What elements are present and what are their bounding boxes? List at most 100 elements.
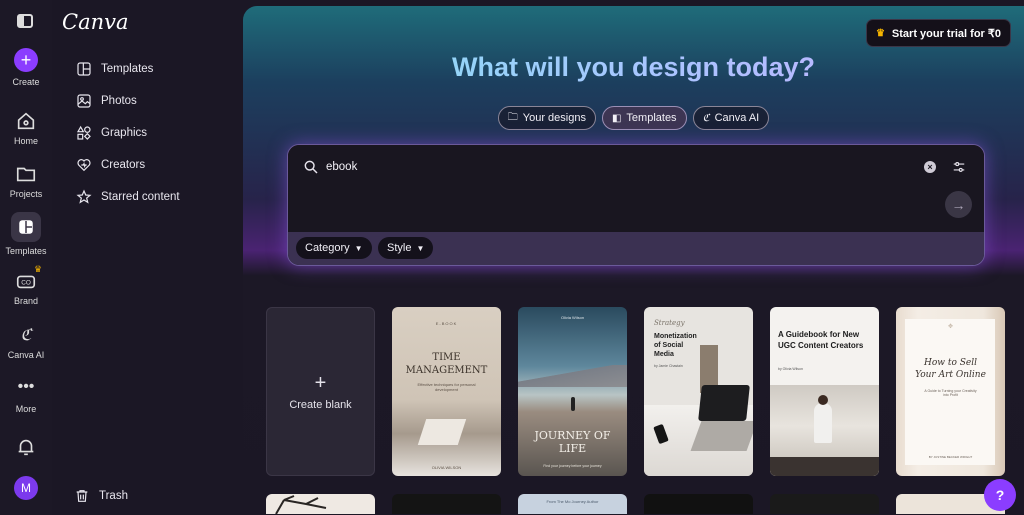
help-button[interactable]: ? bbox=[984, 479, 1016, 511]
left-rail: + Create Home Projects Templates CO Bran… bbox=[0, 0, 52, 515]
filter-label: Style bbox=[387, 242, 412, 254]
template-author: BY JUSTINE BECKER WRIGHT bbox=[928, 455, 973, 459]
help-label: ? bbox=[995, 487, 1005, 503]
more-icon: ••• bbox=[17, 378, 35, 395]
template-card[interactable]: From The Mo Journey Author bbox=[518, 494, 627, 514]
graphics-icon bbox=[76, 125, 91, 140]
create-label: Create bbox=[12, 77, 40, 87]
tab-templates[interactable]: ◧ Templates bbox=[601, 106, 687, 130]
templates-icon: ◧ bbox=[611, 112, 622, 124]
laptop-image bbox=[417, 419, 467, 445]
plus-icon: + bbox=[314, 371, 327, 394]
template-title: A Guidebook for New UGC Content Creators bbox=[778, 330, 864, 350]
template-author: by Olivia Wilson bbox=[778, 367, 803, 371]
tab-your-designs[interactable]: 🗀 Your designs bbox=[497, 106, 596, 130]
template-card[interactable] bbox=[392, 494, 501, 514]
person-head bbox=[818, 395, 828, 405]
account-button[interactable]: M bbox=[0, 476, 52, 500]
ornament-icon: ✥ bbox=[947, 324, 954, 330]
sidebar-item-creators[interactable]: Creators bbox=[76, 157, 145, 173]
search-submit-button[interactable]: → bbox=[945, 191, 972, 218]
template-card[interactable]: ✥ How to Sell Your Art Online A Guide to… bbox=[896, 307, 1005, 476]
template-title: JOURNEY OF LIFE bbox=[534, 429, 611, 455]
filter-label: Category bbox=[305, 242, 350, 254]
sidebar-item-label: Graphics bbox=[101, 127, 148, 139]
canva-ai-icon: ℭ bbox=[702, 112, 710, 124]
sidebar-item-photos[interactable]: Photos bbox=[76, 93, 137, 109]
rail-item-brand[interactable]: CO Brand bbox=[0, 270, 52, 306]
sidebar-item-trash[interactable]: Trash bbox=[74, 488, 128, 504]
person-figure bbox=[814, 403, 832, 443]
canva-app: + Create Home Projects Templates CO Bran… bbox=[0, 0, 1024, 515]
create-blank-label: Create blank bbox=[289, 398, 352, 411]
template-card[interactable] bbox=[266, 494, 375, 514]
rail-item-canva-ai[interactable]: ℭ Canva AI bbox=[0, 324, 52, 360]
clear-search-icon[interactable]: × bbox=[924, 161, 936, 173]
style-filter[interactable]: Style ▼ bbox=[378, 237, 434, 259]
rail-label-more: More bbox=[15, 404, 37, 414]
rail-item-more[interactable]: ••• More bbox=[0, 378, 52, 414]
template-card[interactable]: Olivia Wilson JOURNEY OF LIFE Find your … bbox=[518, 307, 627, 476]
create-button[interactable]: + Create bbox=[0, 48, 52, 87]
laptop-image bbox=[698, 385, 750, 421]
canva-logo[interactable]: Canva bbox=[62, 10, 129, 34]
template-card[interactable] bbox=[644, 494, 753, 514]
template-subtitle: Find your journey before your journey bbox=[543, 464, 602, 468]
template-subtitle: A Guide to Turning your Creativity into … bbox=[924, 389, 977, 397]
mountain-image bbox=[518, 365, 627, 387]
svg-text:CO: CO bbox=[21, 280, 31, 287]
template-card[interactable]: A Guidebook for New UGC Content Creators… bbox=[770, 307, 879, 476]
template-subtitle: Effective techniques for personal develo… bbox=[417, 382, 476, 392]
template-author: OLIVIA WILSON bbox=[431, 465, 462, 470]
template-title: TIME MANAGEMENT bbox=[405, 352, 488, 376]
folder-icon bbox=[16, 167, 36, 182]
notifications-button[interactable] bbox=[0, 436, 52, 462]
rail-item-templates[interactable]: Templates bbox=[0, 212, 52, 256]
home-icon bbox=[17, 112, 35, 130]
chevron-down-icon: ▼ bbox=[416, 243, 425, 253]
sidebar-item-graphics[interactable]: Graphics bbox=[76, 125, 147, 141]
template-card[interactable] bbox=[770, 494, 879, 514]
template-title: Monetization of Social Media bbox=[654, 333, 697, 358]
search-input[interactable]: ebook bbox=[326, 161, 357, 173]
rail-item-home[interactable]: Home bbox=[0, 110, 52, 146]
sidebar-item-templates[interactable]: Templates bbox=[76, 61, 153, 77]
rail-label-brand: Brand bbox=[13, 296, 39, 306]
tab-canva-ai[interactable]: ℭ Canva AI bbox=[692, 106, 770, 130]
template-card[interactable]: Strategy Monetization of Social Media by… bbox=[644, 307, 753, 476]
filter-settings-icon[interactable] bbox=[952, 160, 966, 174]
template-author: by Jamie Chastain bbox=[654, 364, 683, 368]
sidebar-item-label: Photos bbox=[101, 95, 137, 107]
category-filter[interactable]: Category ▼ bbox=[296, 237, 372, 259]
tab-label: Templates bbox=[626, 112, 677, 124]
template-title: How to Sell Your Art Online bbox=[915, 358, 986, 380]
template-top-text: Strategy bbox=[654, 319, 685, 327]
rail-label-canva-ai: Canva AI bbox=[7, 350, 45, 360]
sidebar-item-label: Starred content bbox=[101, 191, 180, 203]
sidebar-toggle-icon[interactable] bbox=[17, 14, 33, 28]
template-top-text: Olivia Wilson bbox=[560, 315, 585, 320]
search-icon bbox=[304, 160, 318, 174]
sidebar-item-label: Creators bbox=[101, 159, 146, 171]
creators-icon bbox=[77, 159, 91, 172]
crown-icon: ♛ bbox=[34, 264, 43, 274]
sidebar-item-label: Trash bbox=[99, 490, 128, 502]
table-image bbox=[770, 457, 879, 476]
page-title: What will you design today? bbox=[243, 52, 1024, 83]
template-card[interactable]: E-BOOK TIME MANAGEMENT Effective techniq… bbox=[392, 307, 501, 476]
bell-icon bbox=[18, 439, 34, 456]
crown-icon: ♛ bbox=[875, 27, 885, 39]
tab-label: Canva AI bbox=[714, 112, 760, 124]
rail-label-home: Home bbox=[13, 136, 38, 146]
templates-icon bbox=[11, 212, 41, 242]
sidebar-item-starred[interactable]: Starred content bbox=[76, 189, 180, 205]
start-trial-button[interactable]: ♛ Start your trial for ₹0 bbox=[865, 19, 1011, 47]
design-tabs: 🗀 Your designs ◧ Templates ℭ Canva AI bbox=[243, 106, 1024, 130]
search-filter-bar: Category ▼ Style ▼ bbox=[288, 232, 984, 265]
start-trial-label: Start your trial for ₹0 bbox=[891, 27, 1001, 40]
rail-item-projects[interactable]: Projects bbox=[0, 163, 52, 199]
secondary-sidebar: Canva Templates Photos Graphics Creators… bbox=[52, 0, 242, 515]
search-input-area[interactable]: ebook × → bbox=[288, 145, 984, 232]
search-box: ebook × → Category ▼ Style ▼ bbox=[287, 144, 985, 266]
create-blank-card[interactable]: + Create blank bbox=[266, 307, 375, 476]
